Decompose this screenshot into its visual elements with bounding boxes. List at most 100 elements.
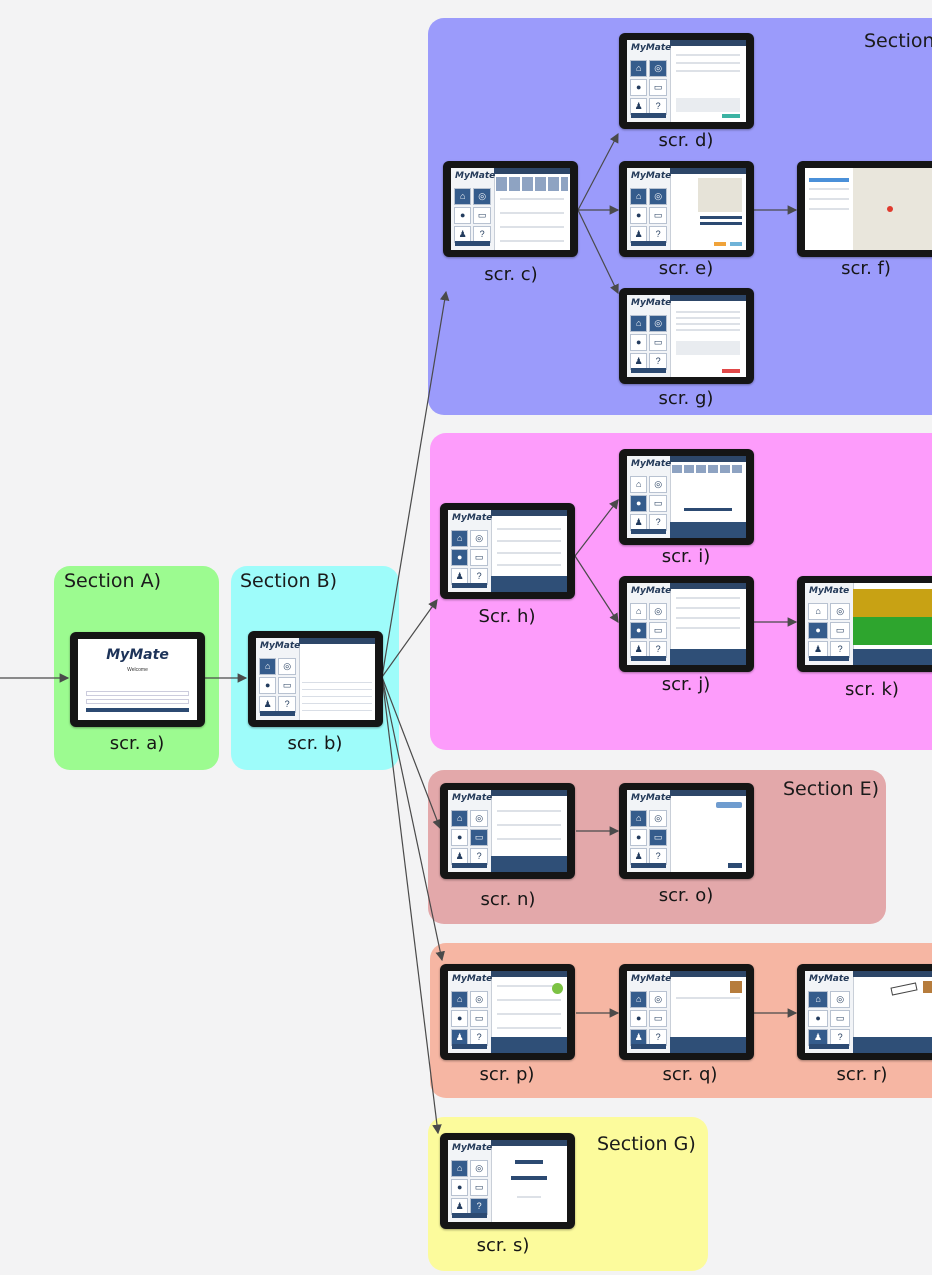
target-icon[interactable]: ◎ <box>470 990 488 1008</box>
screen-c[interactable]: MyMate ⌂ ◎ ● ▭ ♟? <box>443 161 578 257</box>
target-icon[interactable]: ◎ <box>649 59 667 77</box>
login-button[interactable] <box>86 708 189 712</box>
target-icon[interactable]: ◎ <box>470 1159 488 1177</box>
arrow-c-to-d <box>577 132 619 211</box>
screen-k[interactable]: MyMate ⌂ ◎ ● ▭ ♟? <box>797 576 932 672</box>
user-icon[interactable]: ● <box>630 1009 648 1027</box>
screen-g[interactable]: MyMate ⌂ ◎ ● ▭ ♟? <box>619 288 754 384</box>
chat-icon[interactable]: ▭ <box>470 1178 488 1196</box>
screen-e[interactable]: MyMate ⌂ ◎ ● ▭ ♟? <box>619 161 754 257</box>
home-icon[interactable]: ⌂ <box>630 187 648 205</box>
username-field[interactable] <box>86 691 189 696</box>
screen-i[interactable]: MyMate ⌂ ◎ ● ▭ ♟? <box>619 449 754 545</box>
mymate-logo: MyMate <box>809 586 850 596</box>
screen-j[interactable]: MyMate ⌂ ◎ ● ▭ ♟? <box>619 576 754 672</box>
target-icon[interactable]: ◎ <box>649 314 667 332</box>
user-icon[interactable]: ● <box>630 828 648 846</box>
user-icon[interactable]: ● <box>630 206 648 224</box>
chat-icon[interactable]: ▭ <box>470 828 488 846</box>
screen-r[interactable]: MyMate ⌂ ◎ ● ▭ ♟? <box>797 964 932 1060</box>
chat-icon[interactable]: ▭ <box>649 206 667 224</box>
mymate-logo: MyMate <box>809 974 850 984</box>
chat-icon[interactable]: ▭ <box>649 828 667 846</box>
user-icon[interactable]: ● <box>451 1178 469 1196</box>
chat-icon[interactable]: ▭ <box>649 333 667 351</box>
user-icon[interactable]: ● <box>808 621 829 639</box>
screen-a[interactable]: MyMate Welcome <box>70 632 205 727</box>
chat-icon[interactable]: ▭ <box>830 621 851 639</box>
target-icon[interactable]: ◎ <box>470 809 488 827</box>
arrow-h-to-i <box>574 499 619 557</box>
screen-o[interactable]: MyMate ⌂ ◎ ● ▭ ♟? <box>619 783 754 879</box>
map-preview[interactable] <box>697 178 742 212</box>
calendar[interactable] <box>301 676 372 717</box>
screen-s[interactable]: MyMate ⌂ ◎ ● ▭ ♟? <box>440 1133 575 1229</box>
home-icon[interactable]: ⌂ <box>630 314 648 332</box>
caption-scr-d: scr. d) <box>658 130 714 151</box>
home-icon[interactable]: ⌂ <box>808 602 829 620</box>
caption-scr-g: scr. g) <box>658 388 714 409</box>
chat-icon[interactable]: ▭ <box>830 1009 851 1027</box>
chat-icon[interactable]: ▭ <box>649 78 667 96</box>
caption-scr-e: scr. e) <box>658 258 714 279</box>
home-icon[interactable]: ⌂ <box>451 990 469 1008</box>
target-icon[interactable]: ◎ <box>830 990 851 1008</box>
user-icon[interactable]: ● <box>259 676 277 694</box>
mymate-logo: MyMate <box>452 793 493 803</box>
screen-b[interactable]: MyMate ⌂ ◎ ● ▭ ♟? <box>248 631 383 727</box>
home-icon[interactable]: ⌂ <box>630 59 648 77</box>
home-icon[interactable]: ⌂ <box>451 529 469 547</box>
password-field[interactable] <box>86 699 189 704</box>
screen-d[interactable]: MyMate ⌂ ◎ ● ▭ ♟? <box>619 33 754 129</box>
caption-scr-f: scr. f) <box>841 258 891 279</box>
chat-icon[interactable]: ▭ <box>470 548 488 566</box>
caption-scr-s: scr. s) <box>476 1235 530 1256</box>
chat-icon[interactable]: ▭ <box>649 494 667 512</box>
caption-scr-n: scr. n) <box>480 889 536 910</box>
screen-q[interactable]: MyMate ⌂ ◎ ● ▭ ♟? <box>619 964 754 1060</box>
home-icon[interactable]: ⌂ <box>630 990 648 1008</box>
target-icon[interactable]: ◎ <box>473 187 491 205</box>
submit-button[interactable] <box>722 114 740 118</box>
user-icon[interactable]: ● <box>454 206 472 224</box>
user-icon[interactable]: ● <box>451 1009 469 1027</box>
screen-n[interactable]: MyMate ⌂ ◎ ● ▭ ♟? <box>440 783 575 879</box>
screen-f[interactable] <box>797 161 932 257</box>
send-button[interactable] <box>728 863 742 868</box>
chat-icon[interactable]: ▭ <box>278 676 296 694</box>
home-icon[interactable]: ⌂ <box>630 475 648 493</box>
home-icon[interactable]: ⌂ <box>630 809 648 827</box>
mymate-logo: MyMate <box>631 171 672 181</box>
chat-icon[interactable]: ▭ <box>470 1009 488 1027</box>
location-pin-icon[interactable] <box>887 206 893 212</box>
screen-h[interactable]: MyMate ⌂ ◎ ● ▭ ♟? <box>440 503 575 599</box>
user-icon[interactable]: ● <box>451 548 469 566</box>
user-icon[interactable]: ● <box>808 1009 829 1027</box>
user-icon[interactable]: ● <box>630 494 648 512</box>
target-icon[interactable]: ◎ <box>830 602 851 620</box>
target-icon[interactable]: ◎ <box>649 187 667 205</box>
home-icon[interactable]: ⌂ <box>451 1159 469 1177</box>
target-icon[interactable]: ◎ <box>649 475 667 493</box>
user-icon[interactable]: ● <box>630 621 648 639</box>
chat-icon[interactable]: ▭ <box>649 621 667 639</box>
user-icon[interactable]: ● <box>630 78 648 96</box>
home-icon[interactable]: ⌂ <box>259 657 277 675</box>
home-icon[interactable]: ⌂ <box>808 990 829 1008</box>
home-icon[interactable]: ⌂ <box>451 809 469 827</box>
chat-icon[interactable]: ▭ <box>473 206 491 224</box>
target-icon[interactable]: ◎ <box>278 657 296 675</box>
mymate-logo: MyMate <box>631 43 672 53</box>
target-icon[interactable]: ◎ <box>470 529 488 547</box>
home-icon[interactable]: ⌂ <box>454 187 472 205</box>
chat-icon[interactable]: ▭ <box>649 1009 667 1027</box>
arrow-h-to-j <box>574 555 619 624</box>
target-icon[interactable]: ◎ <box>649 990 667 1008</box>
screen-p[interactable]: MyMate ⌂ ◎ ● ▭ ♟? <box>440 964 575 1060</box>
cancel-button[interactable] <box>722 369 740 373</box>
home-icon[interactable]: ⌂ <box>630 602 648 620</box>
user-icon[interactable]: ● <box>451 828 469 846</box>
target-icon[interactable]: ◎ <box>649 809 667 827</box>
target-icon[interactable]: ◎ <box>649 602 667 620</box>
user-icon[interactable]: ● <box>630 333 648 351</box>
